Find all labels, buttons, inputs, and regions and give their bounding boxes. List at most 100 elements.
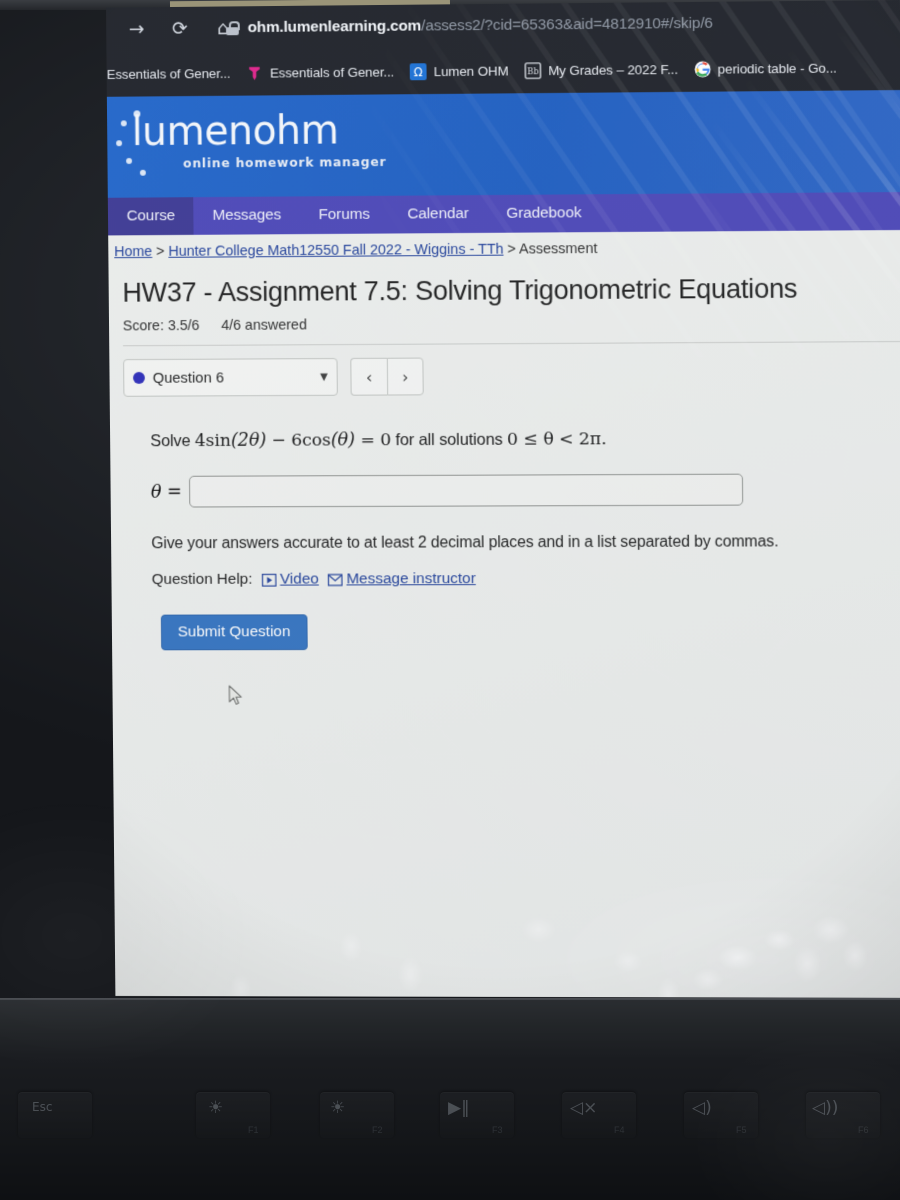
nav-tab-label: Gradebook [506,204,582,222]
answered-text: 4/6 answered [221,317,307,334]
answer-input[interactable] [188,473,743,508]
breadcrumb-home[interactable]: Home [114,244,152,260]
google-icon [694,61,711,78]
svg-text:Ω: Ω [414,65,423,79]
nav-tab-label: Course [126,207,176,225]
breadcrumb-separator: > [503,241,520,258]
bookmark-item[interactable]: periodic table - Go... [694,60,837,78]
score-text: Score: 3.5/6 [122,318,200,335]
nav-tab-gradebook[interactable]: Gradebook [487,194,600,233]
laptop-keyboard-deck: Esc ☀ ☀ ▶‖ ◁× ◁) ◁)) F1 F2 F3 F4 F5 F6 [0,1000,900,1200]
solution-domain: 0 ≤ θ < 2π. [507,429,607,450]
browser-toolbar: ← → ⟳ ⌂ ohm.lumenlearning.com/assess2/?c… [106,0,900,53]
bookmark-item[interactable]: Ω Lumen OHM [409,63,509,81]
function-sin: sin [205,430,231,451]
logo-dot [120,120,127,127]
brightness-up-icon: ☀ [330,1098,346,1118]
nav-tab-label: Forums [318,205,370,224]
logo-tagline: online homework manager [183,154,387,171]
help-video-label: Video [279,570,319,588]
breadcrumb-current: Assessment [519,241,598,258]
nav-tab-forums[interactable]: Forums [300,196,389,234]
assessment-content: HW37 - Assignment 7.5: Solving Trigonome… [109,266,900,651]
laptop-screen: ← → ⟳ ⌂ ohm.lumenlearning.com/assess2/?c… [106,0,900,999]
svg-text:Bb: Bb [527,67,538,77]
forward-icon[interactable]: → [124,16,150,42]
next-question-button[interactable]: › [386,357,424,396]
omega-icon: Ω [409,63,427,81]
score-line: Score: 3.5/6 4/6 answered [123,314,893,334]
message-instructor-link[interactable]: Message instructor [328,570,476,588]
coefficient-1: 4 [194,431,206,451]
nav-tab-course[interactable]: Course [107,197,194,236]
previous-question-button[interactable]: ‹ [350,357,388,396]
right-hand-side: 0 [380,430,392,451]
mute-icon: ◁× [570,1098,598,1118]
bookmark-item[interactable]: Essentials of Gener... [246,64,394,82]
video-icon [261,573,276,586]
bookmark-label: Lumen OHM [433,63,509,80]
f3-label: F3 [492,1125,503,1135]
esc-key-label: Esc [32,1100,53,1114]
photo-scene: ← → ⟳ ⌂ ohm.lumenlearning.com/assess2/?c… [0,0,900,1200]
message-instructor-label: Message instructor [346,570,476,588]
url-path: /assess2/?cid=65363&aid=4812910#/skip/6 [421,14,713,35]
bookmarks-bar: Essentials of Gener... Essentials of Gen… [106,45,900,97]
bookmark-item[interactable]: Essentials of Gener... [106,65,231,83]
breadcrumb-separator: > [152,243,169,260]
question-select[interactable]: Question 6 ▼ [123,358,338,397]
argument-1: (2θ) [230,429,267,451]
bookmark-label: Essentials of Gener... [269,64,395,81]
mouse-cursor [228,685,244,707]
answer-row: θ = [151,473,895,508]
question-select-label: Question 6 [152,369,225,387]
envelope-icon [328,573,343,586]
coefficient-2: 6 [291,430,303,451]
lock-icon [226,21,239,35]
minus-operator: − [266,430,292,451]
chevron-down-icon: ▼ [320,371,328,383]
nav-tab-messages[interactable]: Messages [194,196,300,234]
nav-tab-label: Messages [212,206,282,224]
submit-question-button[interactable]: Submit Question [160,614,308,651]
bookmark-item[interactable]: Bb My Grades – 2022 F... [524,61,678,79]
f4-label: F4 [614,1125,625,1135]
url-host: ohm.lumenlearning.com [247,17,422,37]
divider [122,341,900,347]
navigation-buttons: ← → ⟳ ⌂ [106,15,236,42]
answer-label: θ = [150,481,183,503]
nav-tab-label: Calendar [407,205,469,223]
prompt-prefix: Solve [150,432,195,451]
question-navigation: Question 6 ▼ ‹ › [123,355,894,397]
answer-instructions: Give your answers accurate to at least 2… [151,533,779,553]
question-help-label: Question Help: [151,570,253,588]
key-esc[interactable] [18,1092,92,1138]
equals-operator: = [354,430,381,451]
logo-wordmark: lumenohm [131,107,339,156]
breadcrumb-course[interactable]: Hunter College Math12550 Fall 2022 - Wig… [168,242,503,260]
pin-icon [249,66,260,81]
brightness-down-icon: ☀ [208,1098,224,1118]
screen-glare-bottom [113,790,900,999]
question-status-dot [133,371,145,384]
reload-icon[interactable]: ⟳ [167,16,193,42]
f1-label: F1 [248,1125,259,1135]
argument-2: (θ) [330,429,356,451]
f2-label: F2 [372,1125,383,1135]
help-video-link[interactable]: Video [261,571,319,589]
function-cos: cos [302,430,331,451]
volume-down-icon: ◁) [692,1098,712,1118]
browser-window: ← → ⟳ ⌂ ohm.lumenlearning.com/assess2/?c… [106,0,900,999]
prompt-suffix: for all solutions [391,430,508,450]
logo-dot [116,140,123,147]
web-page: lumenohm online homework manager Course … [106,89,900,999]
nav-tab-calendar[interactable]: Calendar [388,195,487,233]
bookmark-label: periodic table - Go... [717,60,837,77]
bookmark-label: Essentials of Gener... [106,65,231,82]
address-bar[interactable]: ohm.lumenlearning.com/assess2/?cid=65363… [226,10,713,42]
site-logo[interactable]: lumenohm online homework manager [131,107,387,171]
main-nav: Course Messages Forums Calendar Gradeboo… [107,191,900,236]
page-title: HW37 - Assignment 7.5: Solving Trigonome… [122,272,798,308]
site-header: lumenohm online homework manager [106,89,900,198]
bookmark-label: My Grades – 2022 F... [548,62,678,79]
